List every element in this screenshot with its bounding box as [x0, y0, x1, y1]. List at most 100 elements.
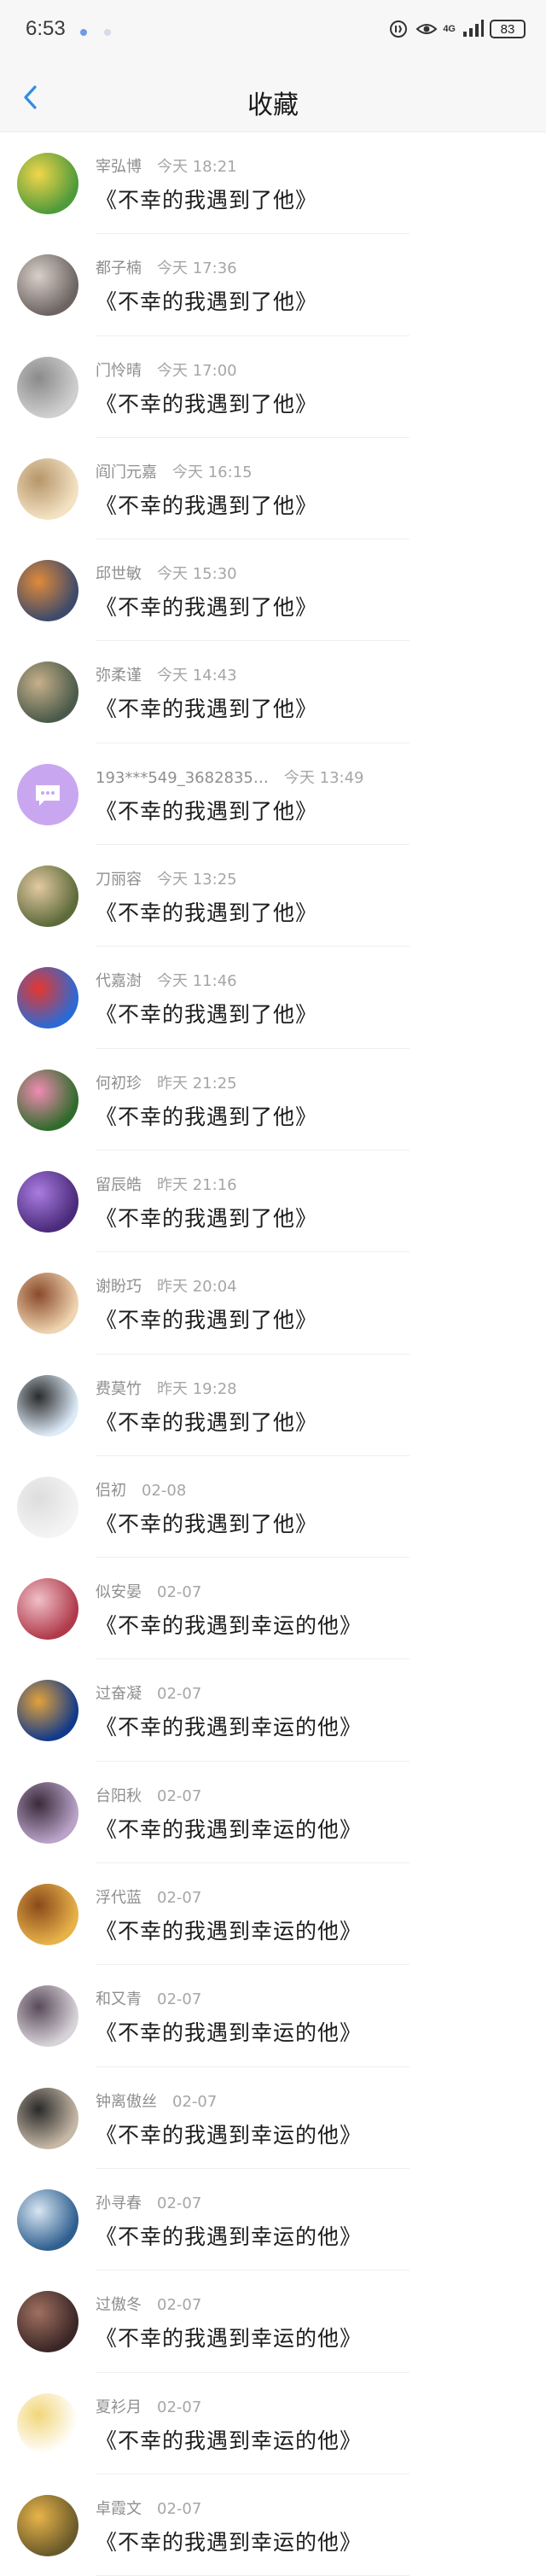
message-text[interactable]: 《不幸的我遇到了他》 [96, 489, 317, 520]
status-time: 6:53 [26, 17, 66, 40]
list-item[interactable]: 台阳秋 02-07 《不幸的我遇到幸运的他》 [0, 1762, 546, 1864]
list-item[interactable]: 邱世敏 今天 15:30 《不幸的我遇到了他》 [0, 539, 546, 642]
user-name[interactable]: 193***549_3682835… [96, 769, 269, 787]
list-item[interactable]: 浮代蓝 02-07 《不幸的我遇到幸运的他》 [0, 1863, 546, 1966]
avatar[interactable] [17, 254, 78, 317]
user-name[interactable]: 弥柔谨 [96, 667, 142, 685]
avatar[interactable] [17, 763, 78, 825]
list-item[interactable]: 弥柔谨 今天 14:43 《不幸的我遇到了他》 [0, 641, 546, 744]
user-name[interactable]: 留辰皓 [96, 1176, 142, 1194]
list-item[interactable]: 代嘉澍 今天 11:46 《不幸的我遇到了他》 [0, 947, 546, 1049]
message-text[interactable]: 《不幸的我遇到了他》 [96, 285, 317, 316]
avatar[interactable] [17, 1476, 78, 1538]
list-item[interactable]: 过奋凝 02-07 《不幸的我遇到幸运的他》 [0, 1659, 546, 1763]
list-item[interactable]: 卓霞文 02-07 《不幸的我遇到幸运的他》 [0, 2474, 546, 2576]
message-text[interactable]: 《不幸的我遇到幸运的他》 [96, 2016, 362, 2047]
user-name[interactable]: 钟离傲丝 [96, 2093, 157, 2111]
user-name[interactable]: 似安晏 [96, 1583, 142, 1601]
user-name[interactable]: 卓霞文 [96, 2500, 142, 2518]
user-name[interactable]: 过傲冬 [96, 2296, 142, 2314]
message-text[interactable]: 《不幸的我遇到了他》 [96, 184, 317, 214]
message-text[interactable]: 《不幸的我遇到幸运的他》 [96, 2424, 362, 2455]
list-item[interactable]: 似安晏 02-07 《不幸的我遇到幸运的他》 [0, 1558, 546, 1660]
avatar[interactable] [17, 356, 78, 418]
message-text[interactable]: 《不幸的我遇到了他》 [96, 1406, 317, 1437]
avatar[interactable] [17, 1069, 78, 1131]
list-item[interactable]: 何初珍 昨天 21:25 《不幸的我遇到了他》 [0, 1049, 546, 1151]
avatar[interactable] [17, 1680, 78, 1742]
message-text[interactable]: 《不幸的我遇到幸运的他》 [96, 1711, 362, 1741]
message-text[interactable]: 《不幸的我遇到了他》 [96, 388, 317, 418]
message-text[interactable]: 《不幸的我遇到了他》 [96, 1507, 317, 1538]
list-item[interactable]: 孙寻春 02-07 《不幸的我遇到幸运的他》 [0, 2169, 546, 2271]
message-text[interactable]: 《不幸的我遇到了他》 [96, 1100, 317, 1131]
message-text[interactable]: 《不幸的我遇到幸运的他》 [96, 2118, 362, 2149]
avatar[interactable] [17, 458, 78, 520]
list-item[interactable]: 宰弘博 今天 18:21 《不幸的我遇到了他》 [0, 132, 546, 235]
user-name[interactable]: 门怜晴 [96, 362, 142, 380]
message-text[interactable]: 《不幸的我遇到幸运的他》 [96, 1915, 362, 1945]
avatar[interactable] [17, 967, 78, 1029]
user-name[interactable]: 浮代蓝 [96, 1889, 142, 1907]
list-item[interactable]: 费莫竹 昨天 19:28 《不幸的我遇到了他》 [0, 1355, 546, 1457]
list-item[interactable]: 侣初 02-08 《不幸的我遇到了他》 [0, 1456, 546, 1559]
user-name[interactable]: 都子楠 [96, 259, 142, 277]
user-name[interactable]: 费莫竹 [96, 1380, 142, 1398]
avatar[interactable] [17, 1781, 78, 1844]
avatar[interactable] [17, 1170, 78, 1233]
message-text[interactable]: 《不幸的我遇到了他》 [96, 896, 317, 927]
list-item[interactable]: 门怜晴 今天 17:00 《不幸的我遇到了他》 [0, 336, 546, 439]
user-name[interactable]: 谢盼巧 [96, 1278, 142, 1296]
avatar[interactable] [17, 1985, 78, 2048]
list-item[interactable]: 都子楠 今天 17:36 《不幸的我遇到了他》 [0, 234, 546, 336]
avatar[interactable] [17, 1273, 78, 1335]
avatar[interactable] [17, 153, 78, 214]
avatar[interactable] [17, 661, 78, 724]
avatar[interactable] [17, 1578, 78, 1641]
user-name[interactable]: 代嘉澍 [96, 972, 142, 990]
user-name[interactable]: 过奋凝 [96, 1685, 142, 1703]
user-name[interactable]: 何初珍 [96, 1075, 142, 1093]
timestamp: 今天 13:25 [157, 871, 237, 889]
avatar[interactable] [17, 2291, 78, 2353]
avatar[interactable] [17, 2494, 78, 2556]
list-item[interactable]: 夏衫月 02-07 《不幸的我遇到幸运的他》 [0, 2373, 546, 2475]
message-text[interactable]: 《不幸的我遇到幸运的他》 [96, 1813, 362, 1844]
message-text[interactable]: 《不幸的我遇到了他》 [96, 795, 317, 825]
message-text[interactable]: 《不幸的我遇到幸运的他》 [96, 2322, 362, 2352]
data-saver-icon [388, 19, 409, 39]
avatar[interactable] [17, 1374, 78, 1437]
avatar[interactable] [17, 1884, 78, 1946]
list-item[interactable]: 过傲冬 02-07 《不幸的我遇到幸运的他》 [0, 2270, 546, 2373]
list-item[interactable]: 钟离傲丝 02-07 《不幸的我遇到幸运的他》 [0, 2067, 546, 2170]
user-name[interactable]: 阎门元嘉 [96, 463, 157, 481]
message-text[interactable]: 《不幸的我遇到了他》 [96, 1202, 317, 1233]
item-meta: 浮代蓝 02-07 [96, 1885, 201, 1908]
list-item[interactable]: 谢盼巧 昨天 20:04 《不幸的我遇到了他》 [0, 1252, 546, 1355]
message-text[interactable]: 《不幸的我遇到了他》 [96, 998, 317, 1029]
user-name[interactable]: 宰弘博 [96, 158, 142, 176]
list-item[interactable]: 阎门元嘉 今天 16:15 《不幸的我遇到了他》 [0, 438, 546, 540]
user-name[interactable]: 夏衫月 [96, 2398, 142, 2416]
list-item[interactable]: 留辰皓 昨天 21:16 《不幸的我遇到了他》 [0, 1151, 546, 1253]
message-text[interactable]: 《不幸的我遇到幸运的他》 [96, 1609, 362, 1640]
user-name[interactable]: 邱世敏 [96, 565, 142, 583]
message-text[interactable]: 《不幸的我遇到了他》 [96, 692, 317, 723]
avatar[interactable] [17, 865, 78, 928]
avatar[interactable] [17, 560, 78, 622]
avatar[interactable] [17, 2188, 78, 2251]
list-item[interactable]: 193***549_3682835… 今天 13:49 《不幸的我遇到了他》 [0, 743, 546, 846]
list-item[interactable]: 刀丽容 今天 13:25 《不幸的我遇到了他》 [0, 845, 546, 947]
avatar[interactable] [17, 2087, 78, 2149]
message-text[interactable]: 《不幸的我遇到了他》 [96, 591, 317, 621]
list-item[interactable]: 和又青 02-07 《不幸的我遇到幸运的他》 [0, 1965, 546, 2067]
user-name[interactable]: 刀丽容 [96, 871, 142, 889]
user-name[interactable]: 孙寻春 [96, 2194, 142, 2212]
avatar[interactable] [17, 2392, 78, 2455]
user-name[interactable]: 台阳秋 [96, 1787, 142, 1805]
user-name[interactable]: 和又青 [96, 1990, 142, 2008]
user-name[interactable]: 侣初 [96, 1482, 126, 1500]
message-text[interactable]: 《不幸的我遇到幸运的他》 [96, 2220, 362, 2251]
message-text[interactable]: 《不幸的我遇到幸运的他》 [96, 2526, 362, 2556]
message-text[interactable]: 《不幸的我遇到了他》 [96, 1303, 317, 1334]
